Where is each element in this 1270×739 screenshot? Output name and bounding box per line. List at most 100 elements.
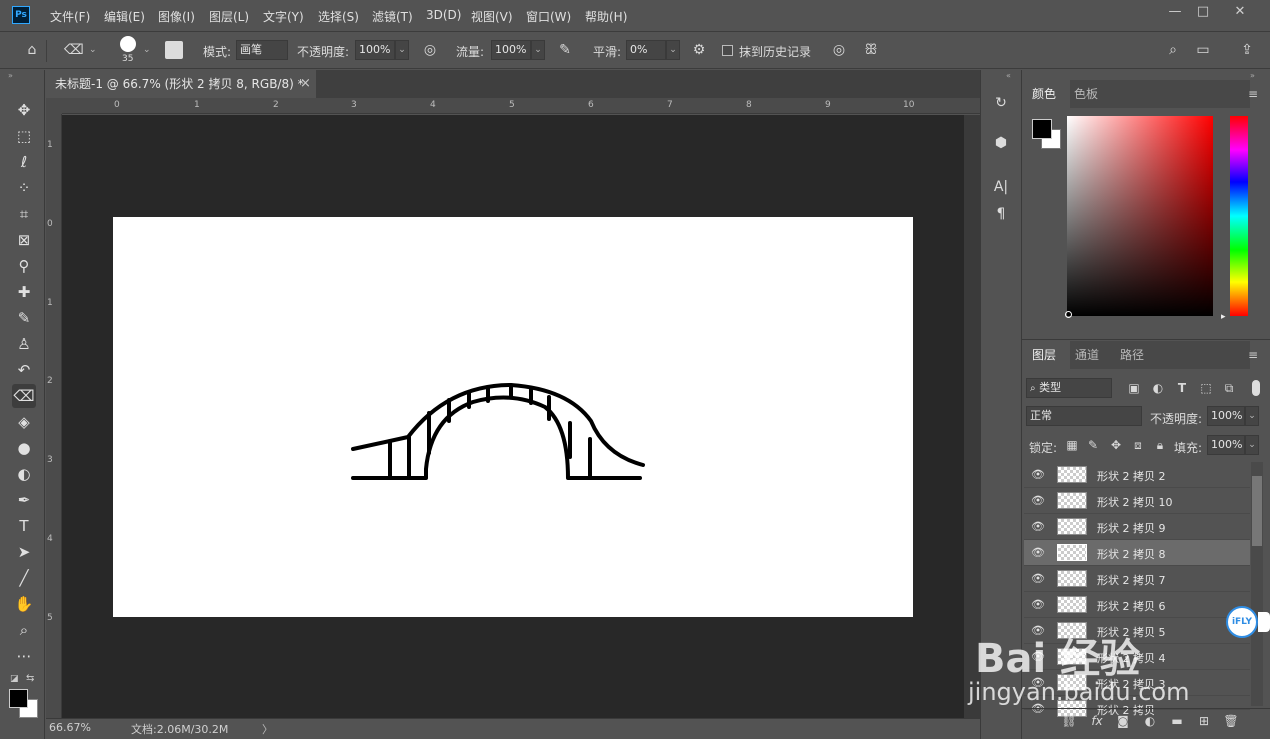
layers-scroll-thumb[interactable] — [1252, 476, 1262, 546]
layer-row[interactable]: 👁︎ 形状 2 拷贝 7 — [1024, 566, 1250, 592]
history-brush-tool-icon[interactable]: ↶ — [12, 358, 36, 382]
add-mask-icon[interactable]: ◙ — [1114, 712, 1132, 730]
layer-row[interactable]: 👁︎ 形状 2 拷贝 10 — [1024, 488, 1250, 514]
tab-channels[interactable]: 通道 — [1075, 340, 1099, 370]
trash-icon[interactable]: 🗑︎ — [1222, 712, 1240, 730]
layer-thumbnail[interactable] — [1057, 544, 1087, 561]
adjustment-layer-icon[interactable]: ◐ — [1141, 712, 1159, 730]
panel-menu-icon[interactable]: ≡ — [1248, 87, 1258, 101]
dodge-tool-icon[interactable]: ◐ — [12, 462, 36, 486]
history-panel-icon[interactable]: ↻ — [990, 92, 1012, 114]
3d-panel-icon[interactable]: ⬢ — [990, 132, 1012, 154]
path-select-tool-icon[interactable]: ➤ — [12, 540, 36, 564]
home-icon[interactable]: ⌂ — [23, 41, 41, 59]
menu-edit[interactable]: 编辑(E) — [104, 8, 145, 25]
eye-icon[interactable]: 👁︎ — [1031, 521, 1045, 533]
collapse-toolbox-icon[interactable]: » — [8, 71, 13, 80]
menu-3d[interactable]: 3D(D) — [426, 8, 461, 22]
restore-button[interactable]: □ — [1190, 2, 1216, 22]
layer-opacity-input[interactable]: 100% — [1207, 406, 1245, 426]
tab-swatches[interactable]: 色板 — [1074, 79, 1098, 109]
tab-paths[interactable]: 路径 — [1120, 340, 1144, 370]
chevron-down-icon[interactable]: ⌄ — [395, 40, 409, 60]
line-tool-icon[interactable]: ╱ — [12, 566, 36, 590]
opacity-input[interactable]: 100% — [355, 40, 395, 60]
lock-transparent-icon[interactable]: ▦ — [1063, 436, 1081, 454]
blur-tool-icon[interactable]: ● — [12, 436, 36, 460]
zoom-tool-icon[interactable]: ⌕ — [12, 618, 36, 642]
paint-bucket-tool-icon[interactable]: ◈ — [12, 410, 36, 434]
chevron-down-icon[interactable]: ⌄ — [143, 45, 151, 55]
eye-icon[interactable]: 👁︎ — [1031, 599, 1045, 611]
layer-thumbnail[interactable] — [1057, 518, 1087, 535]
menu-help[interactable]: 帮助(H) — [585, 8, 627, 25]
layer-thumbnail[interactable] — [1057, 466, 1087, 483]
search-icon[interactable]: ⌕ — [1164, 41, 1182, 59]
menu-window[interactable]: 窗口(W) — [526, 8, 571, 25]
layer-row[interactable]: 👁︎ 形状 2 拷贝 2 — [1024, 462, 1250, 488]
fill-input[interactable]: 100% — [1207, 435, 1245, 455]
filter-toggle[interactable] — [1252, 380, 1260, 396]
brush-settings-icon[interactable] — [165, 41, 183, 59]
foreground-color-chip[interactable] — [1032, 119, 1052, 139]
layer-row[interactable]: 👁︎ 形状 2 拷贝 6 — [1024, 592, 1250, 618]
document-tab[interactable]: 未标题-1 @ 66.7% (形状 2 拷贝 8, RGB/8) * — [46, 70, 316, 98]
layers-scrollbar[interactable] — [1251, 462, 1263, 706]
layer-name[interactable]: 形状 2 拷贝 9 — [1097, 520, 1166, 536]
layer-name[interactable]: 形状 2 拷贝 8 — [1097, 546, 1166, 562]
erase-history-checkbox[interactable] — [722, 45, 733, 56]
menu-view[interactable]: 视图(V) — [471, 8, 513, 25]
layer-row[interactable]: 👁︎ 形状 2 拷贝 9 — [1024, 514, 1250, 540]
share-icon[interactable]: ⇪ — [1238, 41, 1256, 59]
color-picker-cursor[interactable] — [1065, 311, 1072, 318]
lasso-tool-icon[interactable]: ℓ — [12, 150, 36, 174]
swap-colors-icon[interactable]: ⇆ — [26, 673, 34, 684]
marquee-tool-icon[interactable]: ⬚ — [12, 124, 36, 148]
menu-select[interactable]: 选择(S) — [318, 8, 359, 25]
clone-stamp-tool-icon[interactable]: ♙ — [12, 332, 36, 356]
close-tab-icon[interactable]: × — [300, 76, 311, 91]
smoothing-input[interactable]: 0% — [626, 40, 666, 60]
type-tool-icon[interactable]: T — [12, 514, 36, 538]
frame-tool-icon[interactable]: ⊠ — [12, 228, 36, 252]
pressure-opacity-icon[interactable]: ◎ — [421, 41, 439, 59]
layer-thumbnail[interactable] — [1057, 596, 1087, 613]
layer-row[interactable]: 👁︎ 形状 2 拷贝 8 — [1024, 540, 1250, 566]
collapse-panel-icon[interactable]: » — [1250, 71, 1255, 80]
menu-image[interactable]: 图像(I) — [158, 8, 195, 25]
layer-name[interactable]: 形状 2 拷贝 10 — [1097, 494, 1173, 510]
new-group-icon[interactable]: ▬ — [1168, 712, 1186, 730]
chevron-down-icon[interactable]: ⌄ — [666, 40, 680, 60]
brush-tool-icon[interactable]: ✎ — [12, 306, 36, 330]
filter-pixel-icon[interactable]: ▣ — [1125, 379, 1143, 397]
gear-icon[interactable]: ⚙ — [690, 41, 708, 59]
airbrush-icon[interactable]: ✎ — [556, 41, 574, 59]
hand-tool-icon[interactable]: ✋ — [12, 592, 36, 616]
layer-thumbnail[interactable] — [1057, 492, 1087, 509]
eye-icon[interactable]: 👁︎ — [1031, 547, 1045, 559]
zoom-level[interactable]: 66.67% — [49, 721, 91, 734]
hue-slider-handle[interactable]: ▸ — [1221, 312, 1226, 322]
lock-artboard-icon[interactable]: ⧈ — [1129, 436, 1147, 454]
link-layers-icon[interactable]: ⛓ — [1060, 712, 1078, 730]
tab-layers[interactable]: 图层 — [1032, 340, 1056, 370]
new-layer-icon[interactable]: ⊞ — [1195, 712, 1213, 730]
lock-all-icon[interactable]: 🔒︎ — [1151, 436, 1169, 454]
layer-name[interactable]: 形状 2 拷贝 2 — [1097, 468, 1166, 484]
default-colors-icon[interactable]: ◪ — [10, 674, 19, 684]
brush-tip-preview-icon[interactable] — [120, 36, 136, 52]
layer-filter-select[interactable]: ⌕ 类型 — [1026, 378, 1112, 398]
status-menu-arrow[interactable]: 〉 — [262, 721, 273, 737]
layer-thumbnail[interactable] — [1057, 570, 1087, 587]
chevron-down-icon[interactable]: ⌄ — [531, 40, 545, 60]
filter-shape-icon[interactable]: ⬚ — [1197, 379, 1215, 397]
minimize-button[interactable]: — — [1162, 2, 1188, 22]
flow-input[interactable]: 100% — [491, 40, 531, 60]
crop-tool-icon[interactable]: ⌗ — [12, 202, 36, 226]
eye-icon[interactable]: 👁︎ — [1031, 469, 1045, 481]
eye-icon[interactable]: 👁︎ — [1031, 573, 1045, 585]
workspace-icon[interactable]: ▭ — [1194, 41, 1212, 59]
menu-file[interactable]: 文件(F) — [50, 8, 90, 25]
pressure-size-icon[interactable]: ◎ — [830, 41, 848, 59]
healing-brush-tool-icon[interactable]: ✚ — [12, 280, 36, 304]
